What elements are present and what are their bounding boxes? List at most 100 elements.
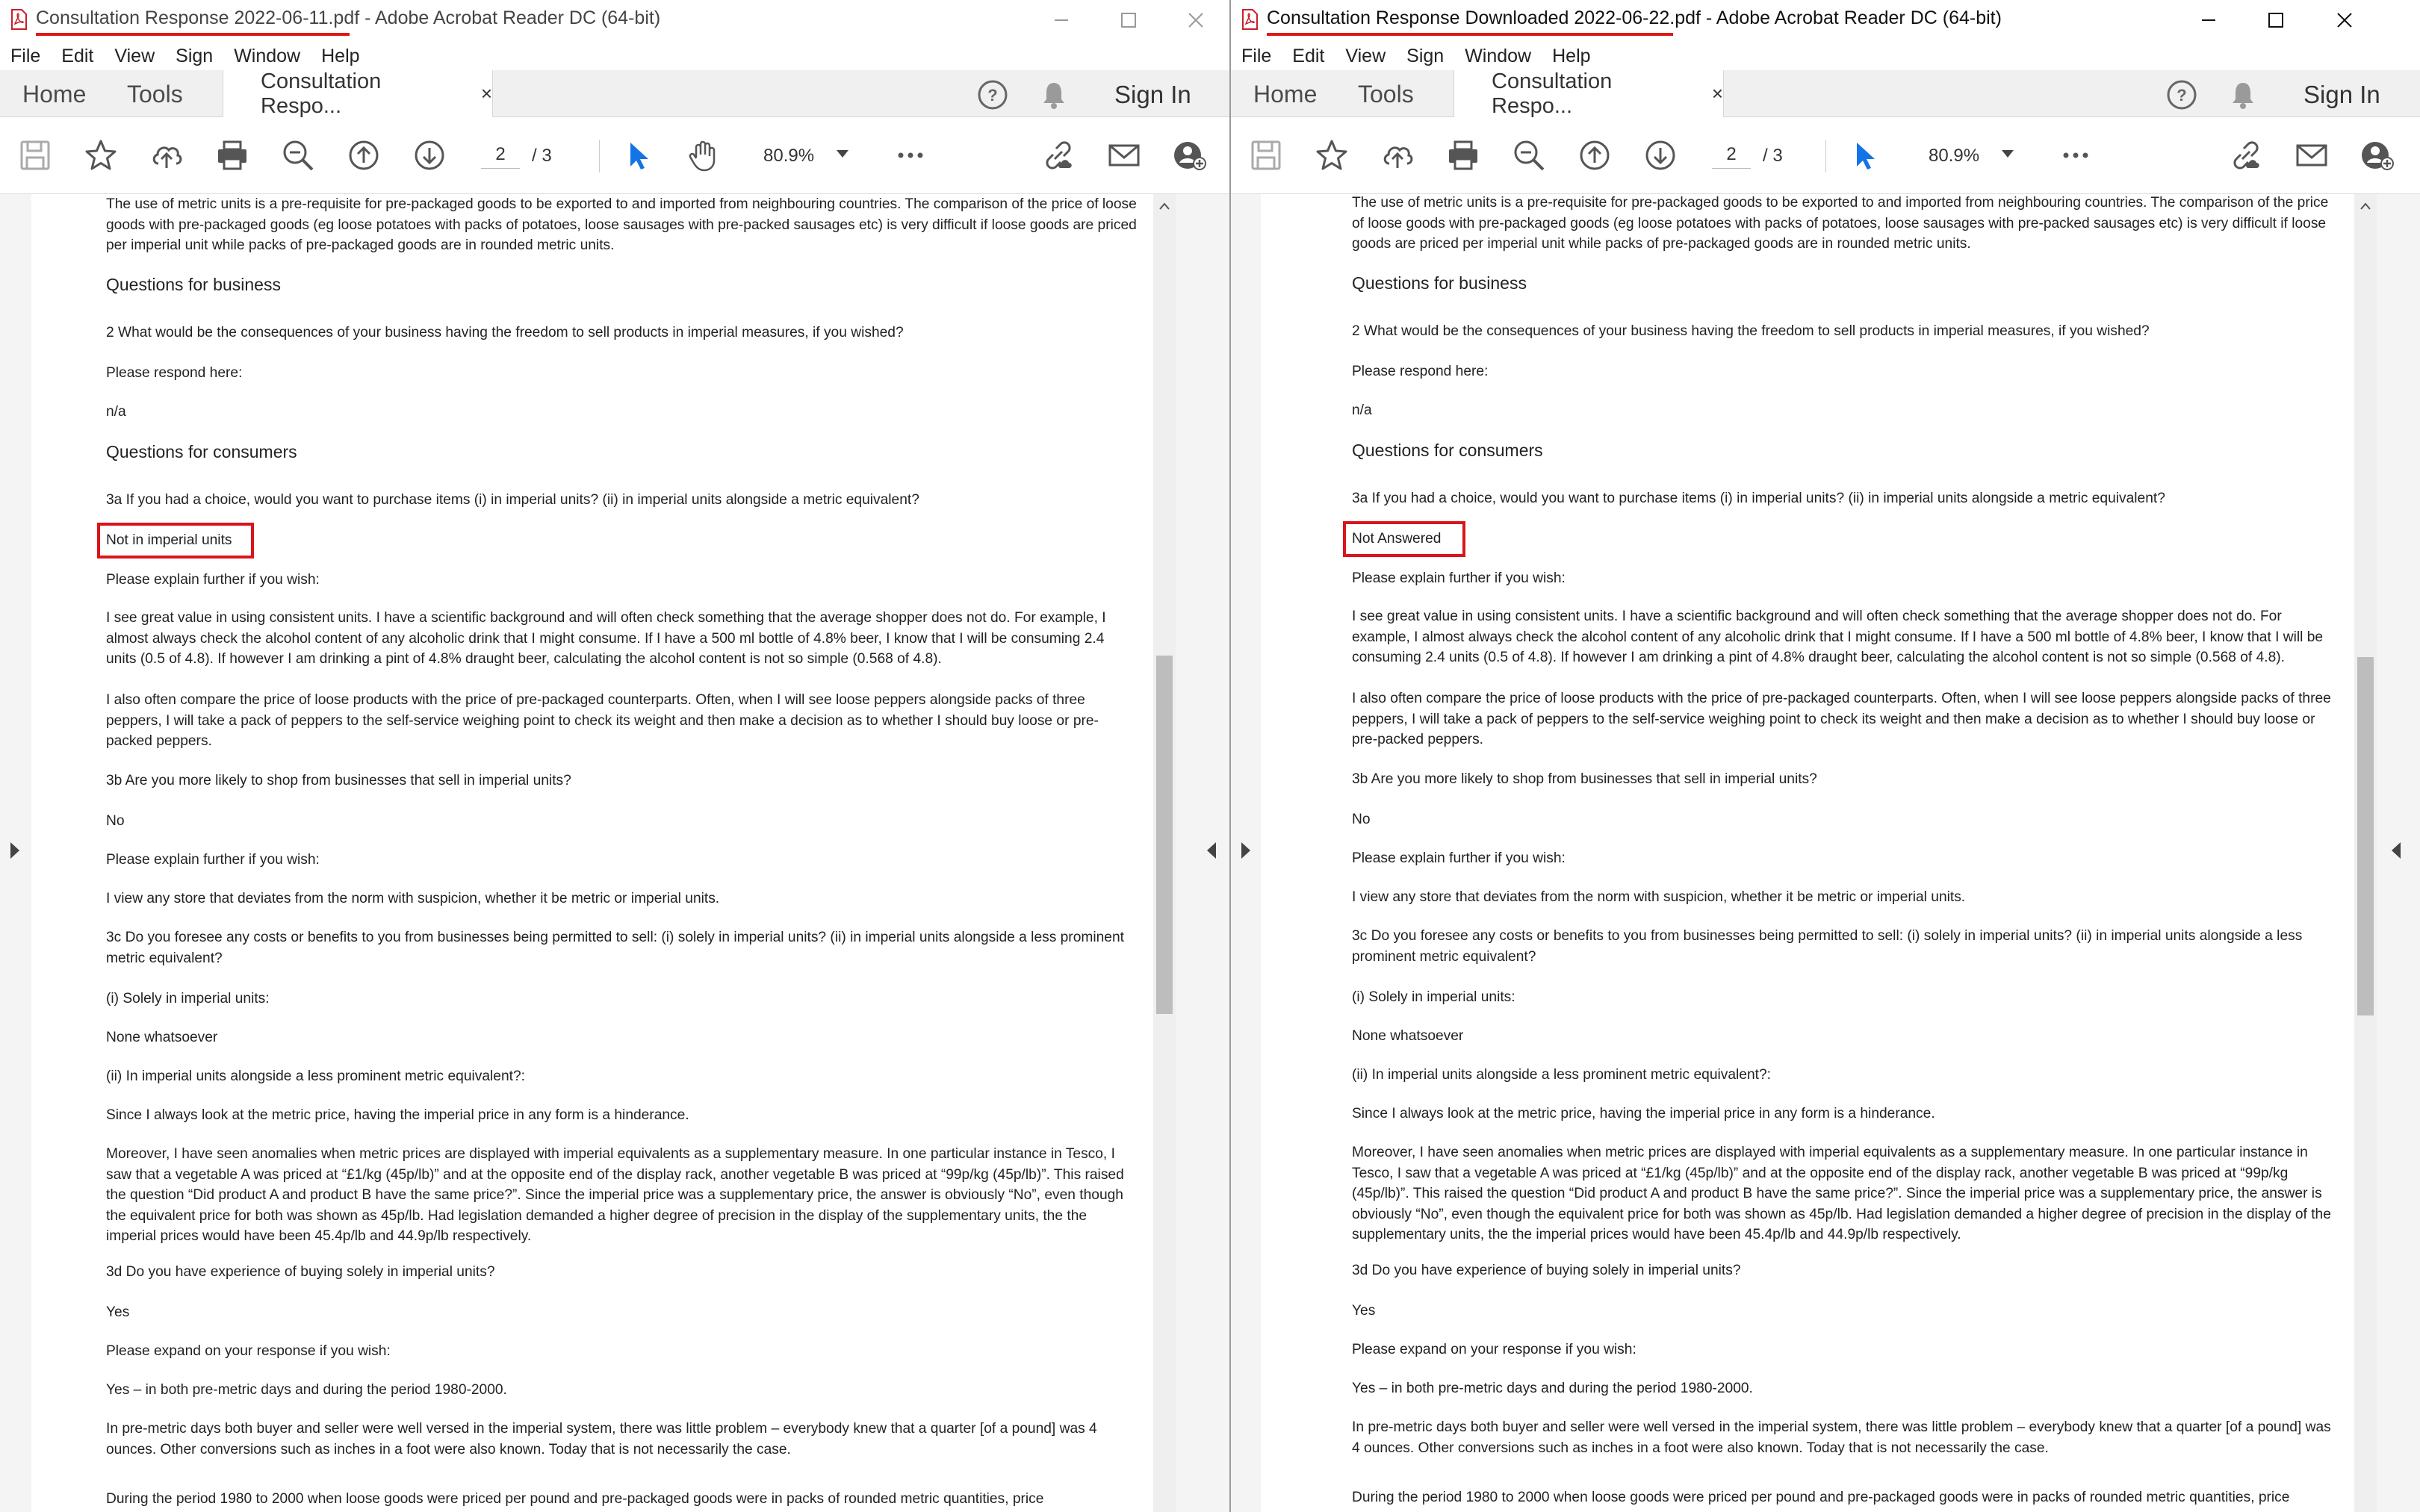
zoom-out-icon[interactable] [1512, 138, 1546, 172]
maximize-button[interactable] [1095, 3, 1162, 37]
hand-tool-icon[interactable] [686, 138, 720, 172]
tab-bar: Home Tools Consultation Respo... × ? Sig… [0, 69, 1229, 118]
vertical-scrollbar[interactable] [1153, 194, 1176, 1512]
pdf-file-icon [1242, 9, 1258, 30]
label: Please explain further if you wish: [106, 852, 320, 868]
scrollbar-thumb[interactable] [1156, 656, 1173, 1014]
minimize-button[interactable] [2175, 3, 2242, 37]
menu-window[interactable]: Window [234, 46, 300, 67]
question: 2 What would be the consequences of your… [1352, 323, 2150, 339]
page-number-input[interactable]: 2 [481, 144, 520, 169]
share-link-icon[interactable] [1041, 138, 1076, 172]
menu-help[interactable]: Help [321, 46, 359, 67]
zoom-dropdown-icon[interactable] [837, 150, 848, 158]
question: 3b Are you more likely to shop from busi… [1352, 771, 1817, 787]
zoom-level[interactable]: 80.9% [763, 146, 814, 167]
account-icon[interactable] [1173, 138, 1207, 172]
maximize-icon [1121, 13, 1136, 28]
vertical-scrollbar[interactable] [2354, 194, 2377, 1512]
zoom-out-icon[interactable] [281, 138, 315, 172]
cloud-upload-icon[interactable] [1380, 138, 1415, 172]
minimize-button[interactable] [1028, 3, 1095, 37]
maximize-icon [2268, 13, 2283, 28]
select-cursor-icon[interactable] [620, 138, 654, 172]
answer: No [106, 813, 125, 829]
scrollbar-thumb[interactable] [2357, 657, 2374, 1015]
help-icon[interactable]: ? [2166, 79, 2197, 111]
bookmark-star-icon[interactable] [84, 138, 118, 172]
close-tab-icon[interactable]: × [481, 82, 492, 105]
account-icon[interactable] [2360, 138, 2395, 172]
tab-tools[interactable]: Tools [127, 81, 183, 108]
right-title-bar: Consultation Response Downloaded 2022-06… [1231, 0, 2420, 42]
paragraph: I also often compare the price of loose … [106, 692, 1099, 749]
zoom-dropdown-icon[interactable] [2002, 150, 2014, 158]
next-page-icon[interactable] [412, 138, 447, 172]
menu-window[interactable]: Window [1465, 46, 1531, 67]
label: Please explain further if you wish: [1352, 570, 1566, 586]
scroll-up-icon[interactable] [2354, 199, 2377, 214]
toolbar: 2 / 3 80.9% [1231, 117, 2420, 194]
menu-view[interactable]: View [1345, 46, 1386, 67]
scroll-up-icon[interactable] [1153, 199, 1176, 214]
menu-edit[interactable]: Edit [1292, 46, 1324, 67]
notification-bell-icon[interactable] [1038, 79, 1070, 111]
paragraph: During the period 1980 to 2000 when loos… [1352, 1490, 2290, 1505]
previous-page-icon[interactable] [1577, 138, 1612, 172]
zoom-level[interactable]: 80.9% [1929, 146, 1979, 167]
print-icon[interactable] [215, 138, 249, 172]
tab-bar: Home Tools Consultation Respo... × ? Sig… [1231, 69, 2420, 118]
menu-bar: File Edit View Sign Window Help [1231, 42, 2420, 70]
notification-bell-icon[interactable] [2227, 79, 2259, 111]
menu-sign[interactable]: Sign [1406, 46, 1444, 67]
paragraph: Yes – in both pre-metric days and during… [106, 1382, 507, 1398]
pdf-page: The use of metric units is a pre-requisi… [31, 194, 1153, 1512]
next-page-icon[interactable] [1643, 138, 1678, 172]
email-icon[interactable] [2295, 138, 2329, 172]
question: 3a If you had a choice, would you want t… [106, 492, 919, 508]
tab-tools[interactable]: Tools [1358, 81, 1414, 108]
document-tab-label: Consultation Respo... [261, 69, 382, 118]
close-window-button[interactable] [1162, 3, 1229, 37]
cloud-upload-icon[interactable] [149, 138, 184, 172]
expand-left-panel-icon[interactable] [1241, 842, 1250, 859]
previous-page-icon[interactable] [347, 138, 381, 172]
page-number-input[interactable]: 2 [1712, 144, 1751, 169]
document-tab[interactable]: Consultation Respo... × [1453, 69, 1724, 118]
menu-edit[interactable]: Edit [61, 46, 93, 67]
tab-home[interactable]: Home [22, 81, 86, 108]
label: (ii) In imperial units alongside a less … [1352, 1067, 1771, 1083]
menu-sign[interactable]: Sign [176, 46, 213, 67]
save-icon[interactable] [1249, 138, 1283, 172]
menu-view[interactable]: View [114, 46, 155, 67]
tab-home[interactable]: Home [1253, 81, 1317, 108]
print-icon[interactable] [1446, 138, 1480, 172]
share-link-icon[interactable] [2229, 138, 2263, 172]
document-tab-label: Consultation Respo... [1492, 69, 1613, 118]
help-icon[interactable]: ? [977, 79, 1008, 111]
close-window-button[interactable] [2311, 3, 2378, 37]
document-tab[interactable]: Consultation Respo... × [223, 69, 493, 118]
answer: No [1352, 812, 1371, 827]
maximize-button[interactable] [2242, 3, 2309, 37]
more-tools-icon[interactable] [893, 138, 928, 172]
toolbar: 2 / 3 80.9% [0, 117, 1229, 194]
more-tools-icon[interactable] [2058, 138, 2093, 172]
label: Please respond here: [106, 365, 243, 381]
right-acrobat-window: Consultation Response Downloaded 2022-06… [1229, 0, 2420, 1512]
sign-in-button[interactable]: Sign In [1114, 81, 1191, 109]
email-icon[interactable] [1107, 138, 1141, 172]
menu-help[interactable]: Help [1552, 46, 1590, 67]
question: 3a If you had a choice, would you want t… [1352, 491, 2165, 506]
save-icon[interactable] [18, 138, 52, 172]
expand-left-panel-icon[interactable] [10, 842, 19, 859]
bookmark-star-icon[interactable] [1315, 138, 1349, 172]
sign-in-button[interactable]: Sign In [2303, 81, 2380, 109]
expand-right-panel-icon[interactable] [2392, 842, 2401, 859]
select-cursor-icon[interactable] [1846, 138, 1881, 172]
close-tab-icon[interactable]: × [1712, 82, 1723, 105]
pdf-page: The use of metric units is a pre-requisi… [1261, 194, 2354, 1512]
expand-right-panel-icon[interactable] [1207, 842, 1216, 859]
menu-file[interactable]: File [10, 46, 40, 67]
menu-file[interactable]: File [1241, 46, 1271, 67]
